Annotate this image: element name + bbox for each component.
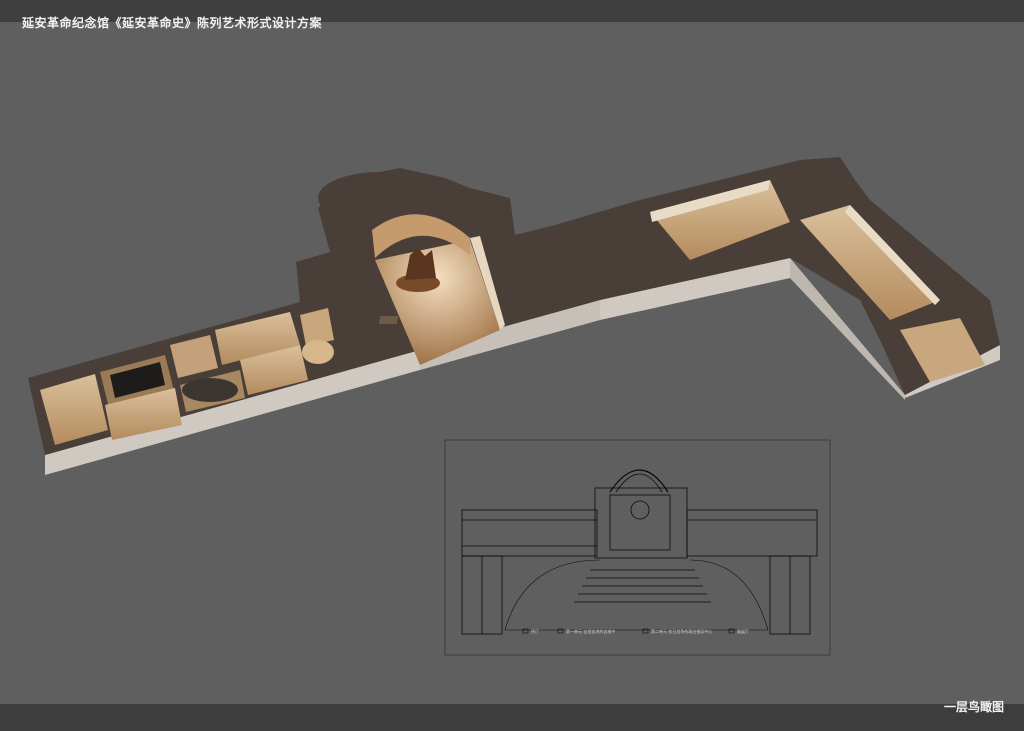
legend-item-1: 序厅 bbox=[531, 628, 539, 634]
plan-frame bbox=[444, 439, 831, 656]
plan-courtyard-arc-left bbox=[504, 559, 601, 631]
legend-item-3: 第二单元 抗日战争的政治指导中心 bbox=[651, 628, 712, 634]
floor-plan-drawing: 序厅 第一单元 自觉追求的苦难中 第二单元 抗日战争的政治指导中心 临展厅 bbox=[444, 439, 831, 656]
plan-left-wing bbox=[461, 509, 598, 557]
plan-legend: 序厅 第一单元 自觉追求的苦难中 第二单元 抗日战争的政治指导中心 临展厅 bbox=[522, 628, 749, 634]
plan-courtyard-arc-right bbox=[689, 559, 769, 631]
plan-right-wing bbox=[686, 509, 818, 557]
legend-item-2: 第一单元 自觉追求的苦难中 bbox=[566, 628, 615, 634]
view-caption: 一层鸟瞰图 bbox=[943, 700, 1004, 714]
plan-front-steps bbox=[574, 569, 711, 603]
legend-item-4: 临展厅 bbox=[737, 628, 749, 634]
